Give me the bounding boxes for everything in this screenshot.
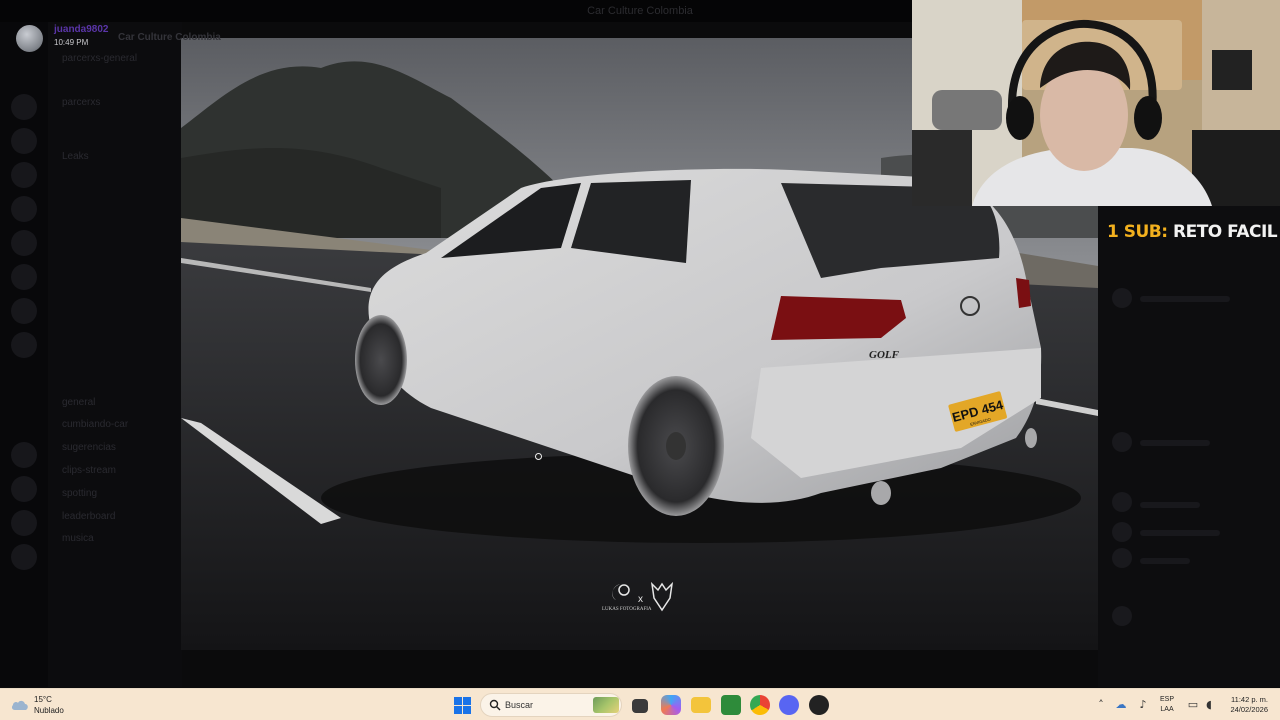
- clock-time: 11:42 p. m.: [1231, 695, 1268, 704]
- weather-temp: 15°C: [34, 695, 52, 704]
- server-icon[interactable]: [11, 332, 37, 358]
- chat-line: [1140, 530, 1220, 536]
- sub-goal-overlay: 1 SUB: RETO FACIL: [1107, 222, 1278, 242]
- server-icon[interactable]: [11, 94, 37, 120]
- post-time: 10:49 PM: [54, 38, 89, 47]
- chat-line: [1140, 440, 1210, 446]
- channel-item[interactable]: Leaks: [62, 150, 182, 164]
- obs-icon[interactable]: [809, 695, 829, 715]
- weather-widget[interactable]: 15°C Nublado: [10, 694, 90, 718]
- copilot-icon[interactable]: [661, 695, 681, 715]
- taskbar: 15°C Nublado Buscar ˄ ☁ ♪ ▭ ◖ ESP LAA 11…: [0, 688, 1280, 720]
- sub-count: 1 SUB:: [1107, 222, 1168, 242]
- microphone-icon[interactable]: ♪: [1136, 698, 1150, 712]
- webcam-overlay: [912, 0, 1280, 206]
- task-view-icon[interactable]: [632, 699, 648, 713]
- chevron-up-icon[interactable]: ˄: [1094, 698, 1108, 712]
- channel-item[interactable]: sugerencias: [62, 441, 182, 455]
- search-icon: [489, 699, 501, 711]
- volume-icon[interactable]: ◖: [1202, 698, 1216, 712]
- weather-desc: Nublado: [34, 706, 64, 715]
- watermark-logo: x LUKAS FOTOGRAFIA: [602, 581, 674, 612]
- server-icon[interactable]: [11, 264, 37, 290]
- chat-sidebar: [1098, 206, 1280, 687]
- search-placeholder: Buscar: [505, 700, 534, 710]
- discord-icon[interactable]: [779, 695, 799, 715]
- search-highlight-icon: [593, 697, 619, 713]
- photographer-watermark: x LUKAS FOTOGRAFIA: [600, 580, 690, 620]
- xbox-icon[interactable]: [721, 695, 741, 715]
- network-icon[interactable]: ▭: [1186, 698, 1200, 712]
- screen: Car Culture Colombia parcerxs-general pa…: [0, 0, 1280, 720]
- cloud-icon: [11, 700, 28, 710]
- taskbar-clock[interactable]: 11:42 p. m. 24/02/2026: [1220, 695, 1268, 715]
- server-icon[interactable]: [11, 476, 37, 502]
- webcam-feed: [912, 0, 1280, 206]
- channel-item[interactable]: musica: [62, 532, 182, 546]
- chrome-icon[interactable]: [750, 695, 770, 715]
- watermark-separator: x: [638, 594, 643, 605]
- chat-line: [1140, 296, 1230, 302]
- server-name: Car Culture Colombia: [118, 32, 221, 43]
- folder-icon[interactable]: [691, 697, 711, 713]
- sub-goal-text: RETO FACIL: [1172, 222, 1278, 242]
- mouse-cursor: [535, 453, 542, 460]
- windows-start-button[interactable]: [454, 697, 471, 714]
- channel-item[interactable]: leaderboard: [62, 510, 182, 524]
- language-indicator[interactable]: ESP LAA: [1160, 695, 1174, 715]
- server-icon[interactable]: [11, 162, 37, 188]
- avatar: [1112, 606, 1132, 626]
- lang-code: ESP: [1160, 696, 1175, 703]
- server-rail[interactable]: [0, 22, 48, 687]
- channel-item[interactable]: parcerxs: [62, 96, 182, 110]
- channel-item[interactable]: clips-stream: [62, 464, 182, 478]
- watermark-text: LUKAS FOTOGRAFIA: [602, 607, 652, 612]
- channel-item[interactable]: spotting: [62, 487, 182, 501]
- server-icon[interactable]: [11, 230, 37, 256]
- avatar: [1112, 432, 1132, 452]
- user-avatar[interactable]: [16, 25, 43, 52]
- channel-item[interactable]: parcerxs-general: [62, 52, 182, 66]
- clock-date: 24/02/2026: [1230, 705, 1268, 714]
- server-icon[interactable]: [11, 510, 37, 536]
- avatar: [1112, 492, 1132, 512]
- channel-item[interactable]: cumbiando-car: [62, 418, 182, 432]
- channel-list: parcerxs-general parcerxs Leaks general …: [48, 22, 182, 687]
- username[interactable]: juanda9802: [54, 24, 108, 35]
- onedrive-icon[interactable]: ☁: [1114, 698, 1128, 712]
- avatar: [1112, 548, 1132, 568]
- chat-line: [1140, 558, 1190, 564]
- lang-layout: LAA: [1160, 706, 1174, 713]
- chat-line: [1140, 502, 1200, 508]
- car-badge: GOLF: [869, 349, 900, 361]
- avatar: [1112, 522, 1132, 542]
- server-icon[interactable]: [11, 544, 37, 570]
- server-icon[interactable]: [11, 442, 37, 468]
- server-icon[interactable]: [11, 298, 37, 324]
- server-icon[interactable]: [11, 128, 37, 154]
- avatar: [1112, 288, 1132, 308]
- taskbar-search[interactable]: Buscar: [480, 693, 622, 717]
- channel-item[interactable]: general: [62, 396, 182, 410]
- server-icon[interactable]: [11, 196, 37, 222]
